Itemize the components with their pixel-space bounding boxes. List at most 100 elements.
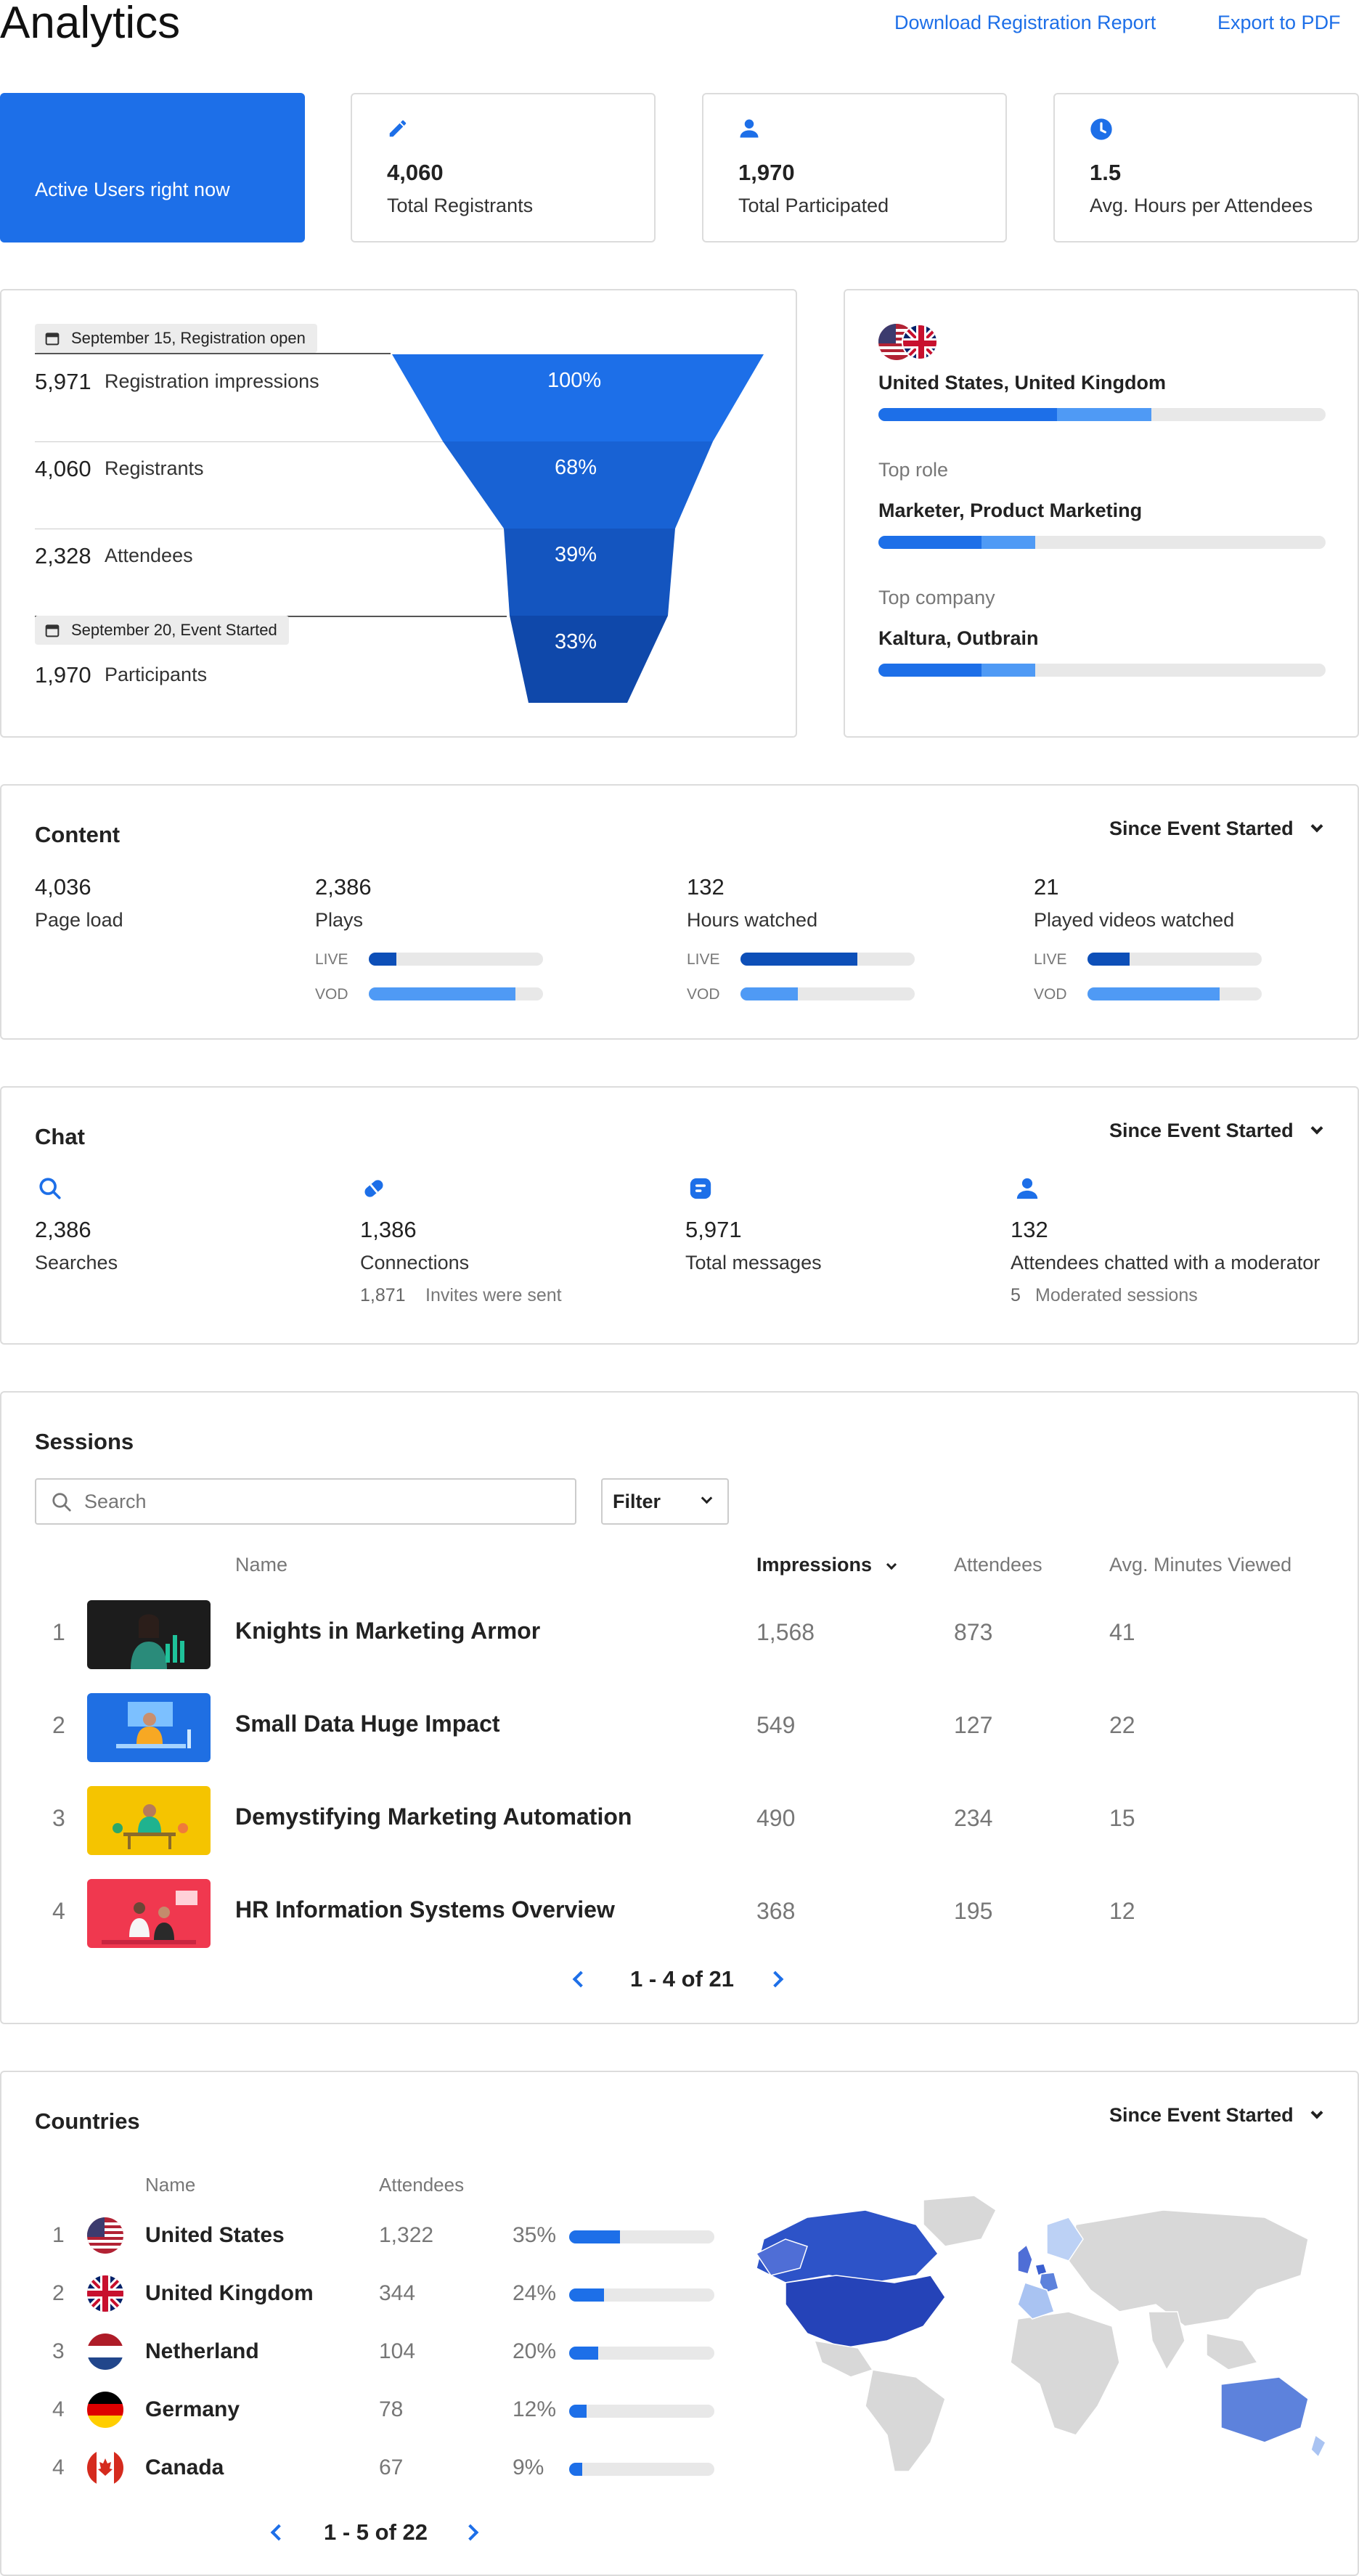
country-row[interactable]: 3 Netherland 104 20% bbox=[1, 2328, 727, 2379]
plays-vod-label: VOD bbox=[315, 986, 348, 1003]
top-countries: United States, United Kingdom bbox=[878, 372, 1167, 394]
col-impressions[interactable]: Impressions bbox=[756, 1554, 897, 1576]
de-flag-icon bbox=[87, 2392, 123, 2428]
avg-hours-value: 1.5 bbox=[1090, 160, 1122, 185]
hours-vod-bar bbox=[740, 987, 915, 1000]
country-attendees: 67 bbox=[379, 2455, 404, 2479]
map-usa bbox=[785, 2275, 946, 2349]
export-pdf-link[interactable]: Export to PDF bbox=[1217, 12, 1341, 34]
searches-label: Searches bbox=[35, 1252, 118, 1273]
session-name: Knights in Marketing Armor bbox=[235, 1618, 541, 1644]
plays-vod-bar bbox=[369, 987, 543, 1000]
country-rank: 1 bbox=[52, 2223, 65, 2247]
session-impressions: 490 bbox=[756, 1805, 796, 1831]
participated-card: 1,970 Total Participated bbox=[702, 93, 1007, 242]
country-pct: 24% bbox=[513, 2281, 557, 2305]
played-live-label: LIVE bbox=[1034, 951, 1067, 968]
country-row[interactable]: 4 Germany 78 12% bbox=[1, 2386, 727, 2437]
session-avg-minutes: 12 bbox=[1109, 1898, 1135, 1924]
funnel-segment-registrants bbox=[443, 441, 713, 529]
chat-range-dropdown[interactable]: Since Event Started bbox=[1109, 1120, 1323, 1142]
nl-flag-icon bbox=[87, 2334, 123, 2370]
invites-label: Invites were sent bbox=[425, 1285, 562, 1305]
connections-icon bbox=[364, 1180, 383, 1197]
table-row[interactable]: 1 Knights in Marketing Armor 1,568 873 4… bbox=[1, 1593, 1358, 1674]
filter-dropdown[interactable]: Filter bbox=[601, 1478, 729, 1525]
country-row[interactable]: 1 United States 1,322 35% bbox=[1, 2212, 727, 2262]
session-thumbnail bbox=[87, 1786, 211, 1855]
plays-live-bar bbox=[369, 953, 543, 966]
map-south-america bbox=[865, 2369, 946, 2471]
table-row[interactable]: 2 Small Data Huge Impact 549 127 22 bbox=[1, 1686, 1358, 1767]
country-row[interactable]: 4 Canada 67 9% bbox=[1, 2444, 727, 2495]
sessions-search-input[interactable] bbox=[84, 1487, 549, 1516]
invites-value: 1,871 bbox=[360, 1285, 406, 1305]
funnel-chart bbox=[392, 354, 764, 703]
map-uk bbox=[1017, 2243, 1033, 2275]
active-users-card: Active Users right now bbox=[0, 93, 305, 242]
chevron-down-icon bbox=[1310, 1122, 1323, 1135]
country-attendees: 1,322 bbox=[379, 2223, 434, 2247]
moderated-sessions-value: 5 bbox=[1011, 1285, 1021, 1305]
countries-range-dropdown[interactable]: Since Event Started bbox=[1109, 2104, 1323, 2127]
hours-live-label: LIVE bbox=[687, 951, 720, 968]
played-vod-label: VOD bbox=[1034, 986, 1067, 1003]
registrants-label: Total Registrants bbox=[387, 195, 534, 216]
table-row[interactable]: 4 HR Information Systems Overview 368 19… bbox=[1, 1872, 1358, 1953]
col-name: Name bbox=[235, 1554, 288, 1576]
row-rank: 1 bbox=[52, 1619, 65, 1645]
chevron-down-icon bbox=[1310, 2106, 1323, 2119]
session-thumbnail bbox=[87, 1693, 211, 1762]
next-page-button[interactable] bbox=[767, 1970, 784, 1988]
country-row[interactable]: 2 United Kingdom 344 24% bbox=[1, 2270, 727, 2320]
country-name: United States bbox=[145, 2223, 285, 2247]
funnel-segment-attendees bbox=[504, 529, 675, 616]
pencil-icon bbox=[389, 120, 407, 137]
prev-page-button[interactable] bbox=[572, 1970, 589, 1988]
content-card: Content Since Event Started 4,036 Page l… bbox=[0, 784, 1359, 1040]
plays-live-label: LIVE bbox=[315, 951, 348, 968]
participated-value: 1,970 bbox=[738, 160, 795, 185]
moderated-sessions-label: Moderated sessions bbox=[1035, 1285, 1198, 1305]
played-videos-label: Played videos watched bbox=[1034, 909, 1235, 931]
moderator-chats-value: 132 bbox=[1011, 1217, 1048, 1242]
us-flag-icon bbox=[87, 2217, 123, 2254]
country-name: Netherland bbox=[145, 2339, 259, 2363]
hours-watched-value: 132 bbox=[687, 874, 725, 900]
total-messages-label: Total messages bbox=[685, 1252, 822, 1273]
session-thumbnail bbox=[87, 1879, 211, 1948]
chevron-down-icon bbox=[1310, 820, 1323, 833]
map-mexico bbox=[813, 2340, 874, 2378]
map-asia bbox=[1068, 2209, 1309, 2327]
participated-label: Total Participated bbox=[738, 195, 889, 216]
content-range-dropdown[interactable]: Since Event Started bbox=[1109, 818, 1323, 840]
chat-title: Chat bbox=[35, 1124, 85, 1149]
top-role: Marketer, Product Marketing bbox=[878, 500, 1143, 521]
country-pct-bar bbox=[569, 2463, 714, 2476]
world-map bbox=[756, 2196, 1326, 2471]
country-rank: 4 bbox=[52, 2455, 65, 2479]
col-impressions-label: Impressions bbox=[756, 1554, 873, 1576]
top-countries-bar bbox=[878, 408, 1326, 421]
sessions-search-box[interactable] bbox=[35, 1478, 576, 1525]
session-name: HR Information Systems Overview bbox=[235, 1896, 615, 1923]
avg-hours-label: Avg. Hours per Attendees bbox=[1090, 195, 1313, 216]
session-avg-minutes: 22 bbox=[1109, 1712, 1135, 1738]
map-greenland bbox=[923, 2196, 997, 2247]
page-load-label: Page load bbox=[35, 909, 123, 931]
row-rank: 4 bbox=[52, 1898, 65, 1924]
country-pct: 35% bbox=[513, 2223, 557, 2247]
download-report-link[interactable]: Download Registration Report bbox=[894, 12, 1156, 34]
filter-label: Filter bbox=[613, 1491, 661, 1512]
funnel-pct-participants: 33% bbox=[555, 630, 597, 653]
plays-value: 2,386 bbox=[315, 874, 372, 900]
next-page-button[interactable] bbox=[462, 2524, 479, 2541]
hours-vod-label: VOD bbox=[687, 986, 720, 1003]
table-row[interactable]: 3 Demystifying Marketing Automation 490 … bbox=[1, 1779, 1358, 1860]
session-avg-minutes: 15 bbox=[1109, 1805, 1135, 1831]
chevron-down-icon bbox=[701, 1492, 713, 1504]
prev-page-button[interactable] bbox=[270, 2524, 287, 2541]
country-name: Canada bbox=[145, 2455, 224, 2479]
session-attendees: 195 bbox=[954, 1898, 993, 1924]
session-impressions: 1,568 bbox=[756, 1619, 815, 1645]
